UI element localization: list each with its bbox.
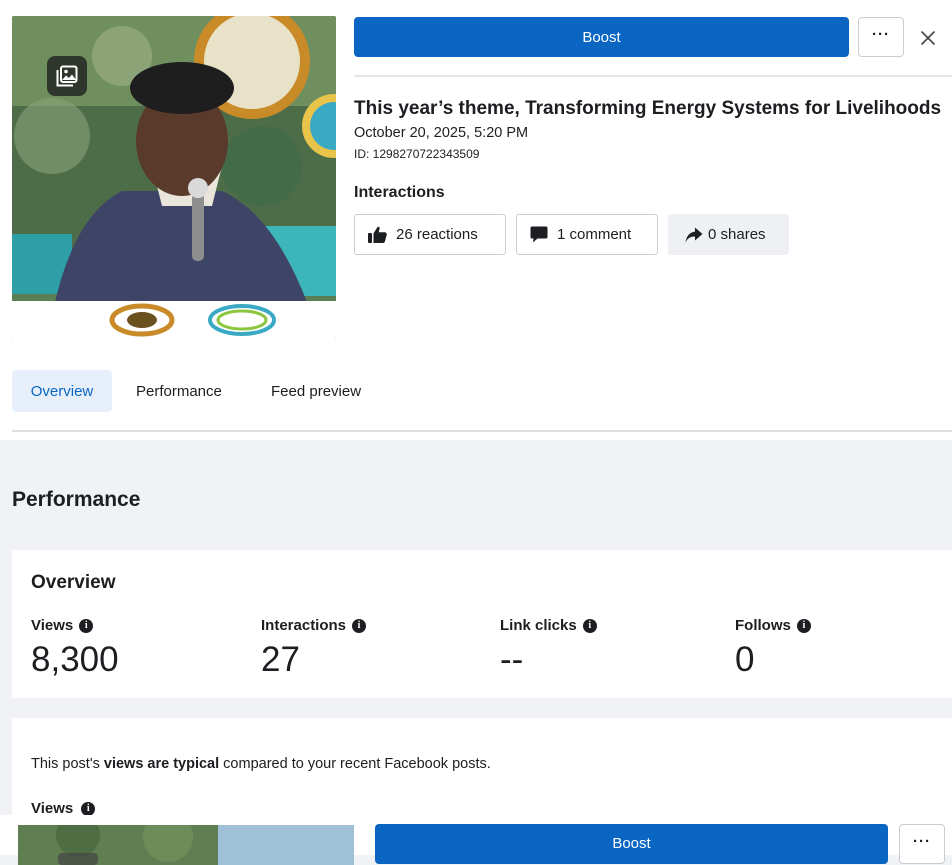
info-icon[interactable]: i xyxy=(79,618,94,633)
comparison-text-post: compared to your recent Facebook posts. xyxy=(219,756,491,772)
ellipsis-icon: ··· xyxy=(913,833,931,850)
metric-follows-value: 0 xyxy=(735,640,755,679)
views-comparison-card: This post's views are typical compared t… xyxy=(12,718,952,818)
comparison-text-pre: This post's xyxy=(31,756,104,772)
metric-link-clicks-label: Link clicks i xyxy=(500,617,597,634)
ellipsis-icon: ··· xyxy=(872,25,890,43)
overview-card: Overview Views i 8,300 Interactions i 27… xyxy=(12,550,952,698)
reactions-button[interactable]: 26 reactions xyxy=(354,214,506,255)
info-icon[interactable]: i xyxy=(352,618,367,633)
shares-button[interactable]: 0 shares xyxy=(668,214,789,255)
image-icon xyxy=(47,56,87,96)
metric-label-text: Views xyxy=(31,617,74,634)
post-header-panel: Boost ··· This year’s theme, Transformin… xyxy=(0,0,952,511)
metric-link-clicks-value: -- xyxy=(500,640,524,679)
tab-feed-preview[interactable]: Feed preview xyxy=(271,370,361,412)
post-date: October 20, 2025, 5:20 PM xyxy=(354,125,529,141)
tab-performance[interactable]: Performance xyxy=(136,370,222,412)
next-post-thumbnail[interactable] xyxy=(18,825,354,865)
metric-views-value: 8,300 xyxy=(31,640,119,679)
info-icon[interactable]: i xyxy=(796,618,811,633)
interactions-heading: Interactions xyxy=(354,184,445,201)
info-icon[interactable]: i xyxy=(582,618,597,633)
metric-label-text: Follows xyxy=(735,617,791,634)
metric-interactions-label: Interactions i xyxy=(261,617,367,634)
views-comparison-text: This post's views are typical compared t… xyxy=(31,756,491,772)
metric-follows-label: Follows i xyxy=(735,617,811,634)
post-title: This year’s theme, Transforming Energy S… xyxy=(354,98,942,119)
next-post-strip: Boost ··· xyxy=(0,815,952,865)
more-options-button[interactable]: ··· xyxy=(858,17,904,57)
boost-button-next[interactable]: Boost xyxy=(375,824,888,864)
metric-interactions-value: 27 xyxy=(261,640,300,679)
comment-icon xyxy=(530,226,548,243)
comments-button[interactable]: 1 comment xyxy=(516,214,658,255)
tabs-divider xyxy=(12,430,952,432)
metric-views-label: Views i xyxy=(31,617,94,634)
metric-label-text: Interactions xyxy=(261,617,347,634)
share-icon xyxy=(685,227,703,242)
performance-heading: Performance xyxy=(12,488,141,511)
overview-title: Overview xyxy=(31,572,116,593)
header-divider xyxy=(354,75,952,77)
boost-button[interactable]: Boost xyxy=(354,17,849,57)
post-id: ID: 1298270722343509 xyxy=(354,147,480,161)
comparison-text-bold: views are typical xyxy=(103,756,220,772)
info-icon[interactable]: i xyxy=(81,801,96,816)
metric-label-text: Link clicks xyxy=(500,617,577,634)
shares-count: 0 shares xyxy=(708,226,766,243)
tab-overview[interactable]: Overview xyxy=(12,370,112,412)
post-thumbnail[interactable] xyxy=(12,16,336,338)
close-icon[interactable] xyxy=(912,22,944,54)
more-options-button-next[interactable]: ··· xyxy=(899,824,945,864)
comments-count: 1 comment xyxy=(557,226,632,243)
reactions-count: 26 reactions xyxy=(396,226,478,243)
thumbs-up-icon xyxy=(368,226,387,243)
